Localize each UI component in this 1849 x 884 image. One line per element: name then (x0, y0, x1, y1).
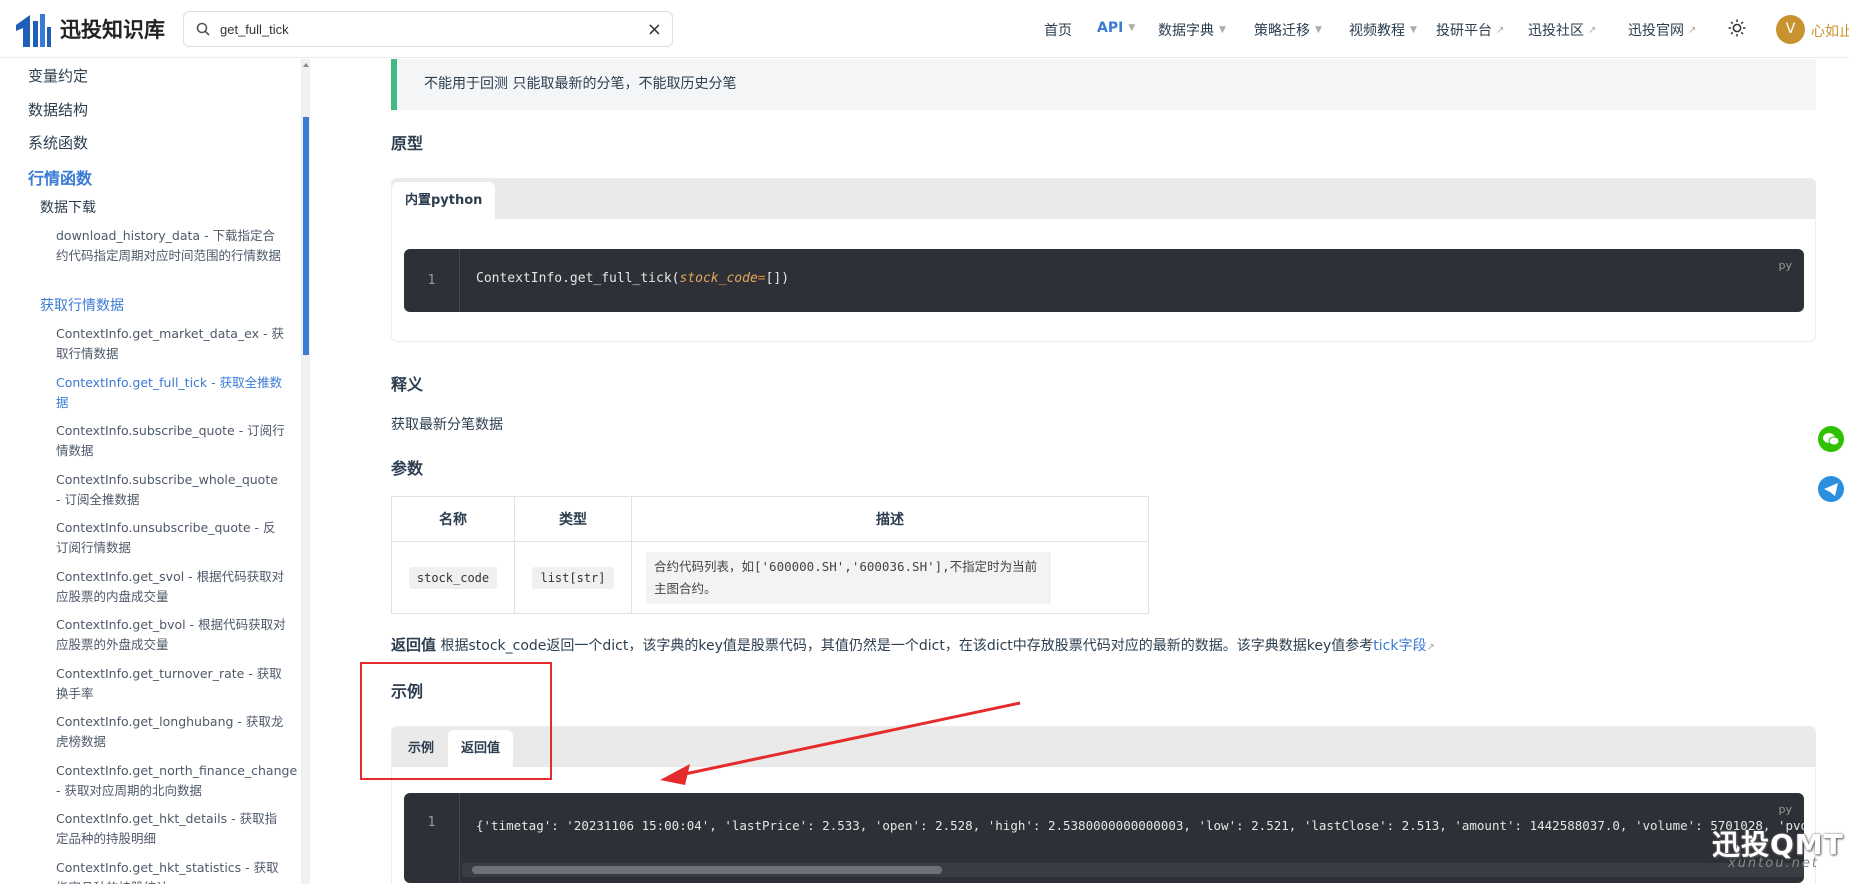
code-line: ContextInfo.get_full_tick(stock_code=[]) (476, 271, 790, 286)
chevron-down-icon: ▼ (1410, 25, 1417, 35)
telegram-icon[interactable] (1818, 476, 1844, 502)
sidebar-item-variables[interactable]: 变量约定 (28, 65, 88, 86)
nav-strategy-migration[interactable]: 策略迁移 ▼ (1254, 20, 1322, 40)
table-cell: 合约代码列表，如['600000.SH','600036.SH'],不指定时为当… (631, 541, 1149, 614)
search-input[interactable] (220, 21, 620, 37)
sidebar-sub-get-market-data[interactable]: 获取行情数据 (40, 295, 124, 315)
sidebar-item-market-functions[interactable]: 行情函数 (28, 165, 92, 189)
external-link-icon: ↗ (1496, 24, 1505, 36)
table-row: stock_code list[str] 合约代码列表，如['600000.SH… (391, 541, 1149, 614)
chevron-down-icon: ▼ (1128, 23, 1136, 33)
horizontal-scroll-thumb[interactable] (472, 866, 942, 874)
sidebar-item[interactable]: ContextInfo.subscribe_whole_quote - 订阅全推… (56, 470, 286, 510)
tip-note: 不能用于回测 只能取最新的分笔，不能取历史分笔 (391, 59, 1816, 110)
horizontal-scrollbar[interactable] (462, 863, 1804, 877)
search-icon (196, 22, 210, 36)
sidebar-item-system-functions[interactable]: 系统函数 (28, 132, 88, 153)
table-header: 类型 (514, 496, 632, 542)
sidebar-sub-download[interactable]: 数据下载 (40, 197, 96, 217)
nav-community[interactable]: 迅投社区 ↗ (1528, 20, 1596, 40)
nav-home[interactable]: 首页 (1044, 20, 1072, 40)
table-header-row: 名称 类型 描述 (391, 496, 1149, 542)
return-value-paragraph: 返回值 根据stock_code返回一个dict，该字典的key值是股票代码，其… (391, 636, 1435, 654)
sidebar-item[interactable]: ContextInfo.get_hkt_details - 获取指定品种的持股明… (56, 809, 286, 849)
params-heading: 参数 (391, 459, 424, 478)
meaning-text: 获取最新分笔数据 (391, 417, 503, 433)
top-navbar: 迅投知识库 × 首页 API▼ 数据字典▼ 策略迁移▼ 视频教程▼ 投研平台↗ … (0, 0, 1849, 58)
chevron-down-icon: ▼ (1219, 25, 1226, 35)
sidebar-item[interactable]: ContextInfo.get_turnover_rate - 获取换手率 (56, 664, 286, 704)
annotation-highlight-box (360, 662, 552, 780)
theme-toggle-sun-icon[interactable] (1728, 19, 1746, 37)
nav-official-site[interactable]: 迅投官网 ↗ (1628, 20, 1696, 40)
wechat-icon[interactable] (1818, 426, 1844, 452)
brand-logo[interactable]: 迅投知识库 (14, 11, 165, 47)
table-cell: stock_code (391, 541, 515, 614)
nav-video-tutorials[interactable]: 视频教程 ▼ (1349, 20, 1417, 40)
sidebar-item[interactable]: ContextInfo.get_svol - 根据代码获取对应股票的内盘成交量 (56, 567, 286, 607)
external-link-icon: ↗ (1688, 24, 1697, 36)
search-box[interactable]: × (183, 11, 673, 47)
sidebar-item[interactable]: ContextInfo.get_north_finance_change - 获… (56, 761, 297, 801)
sidebar-item[interactable]: ContextInfo.subscribe_quote - 订阅行情数据 (56, 421, 286, 461)
username[interactable]: 心如止 (1811, 21, 1849, 41)
sidebar-item[interactable]: ContextInfo.get_market_data_ex - 获取行情数据 (56, 324, 286, 364)
logo-icon (16, 14, 51, 47)
sidebar-scroll-thumb[interactable] (303, 117, 309, 355)
avatar[interactable]: V (1776, 15, 1805, 44)
sidebar-item-download-history[interactable]: download_history_data - 下载指定合约代码指定周期对应时间… (56, 226, 286, 266)
table-header: 名称 (391, 496, 515, 542)
prototype-heading: 原型 (391, 134, 424, 153)
tick-fields-link[interactable]: tick字段 (1373, 638, 1426, 654)
prototype-code: 1 ContextInfo.get_full_tick(stock_code=[… (404, 249, 1804, 312)
code-tabs: 内置python (392, 179, 1815, 219)
line-number: 1 (404, 793, 460, 883)
table-header: 描述 (631, 496, 1149, 542)
brand-name: 迅投知识库 (60, 18, 165, 42)
meaning-heading: 释义 (391, 375, 424, 394)
scroll-up-icon[interactable] (302, 61, 310, 69)
sidebar-scrollbar[interactable] (302, 59, 310, 884)
sidebar-item[interactable]: ContextInfo.get_longhubang - 获取龙虎榜数据 (56, 712, 286, 752)
line-number: 1 (404, 249, 460, 312)
external-link-icon: ↗ (1426, 642, 1435, 653)
prototype-code-block: 内置python 1 ContextInfo.get_full_tick(sto… (391, 178, 1816, 342)
watermark-url: xuntou.net (1728, 856, 1819, 871)
code-line: {'timetag': '20231106 15:00:04', 'lastPr… (476, 818, 1804, 833)
tab-builtin-python[interactable]: 内置python (392, 182, 496, 219)
sidebar-item[interactable]: ContextInfo.unsubscribe_quote - 反订阅行情数据 (56, 518, 286, 558)
code-language-label: py (1778, 803, 1793, 816)
sidebar-item-get-full-tick[interactable]: ContextInfo.get_full_tick - 获取全推数据 (56, 373, 286, 413)
sidebar-item-data-structures[interactable]: 数据结构 (28, 99, 88, 120)
example-tabs: 示例 返回值 (392, 727, 1815, 767)
sidebar: 变量约定 数据结构 系统函数 行情函数 数据下载 download_histor… (0, 59, 302, 884)
external-link-icon: ↗ (1588, 24, 1597, 36)
nav-research-platform[interactable]: 投研平台 ↗ (1436, 20, 1504, 40)
example-code-block: 示例 返回值 1 {'timetag': '20231106 15:00:04'… (391, 726, 1816, 884)
sidebar-item[interactable]: ContextInfo.get_bvol - 根据代码获取对应股票的外盘成交量 (56, 615, 286, 655)
nav-data-dictionary[interactable]: 数据字典 ▼ (1158, 20, 1226, 40)
example-code: 1 {'timetag': '20231106 15:00:04', 'last… (404, 793, 1804, 883)
params-table: 名称 类型 描述 stock_code list[str] 合约代码列表，如['… (391, 496, 1149, 614)
code-language-label: py (1778, 259, 1793, 272)
sidebar-item[interactable]: ContextInfo.get_hkt_statistics - 获取指定品种的… (56, 858, 286, 884)
table-cell: list[str] (514, 541, 632, 614)
clear-search-icon[interactable]: × (647, 19, 662, 40)
chevron-down-icon: ▼ (1315, 25, 1322, 35)
nav-api[interactable]: API ▼ (1097, 20, 1135, 36)
